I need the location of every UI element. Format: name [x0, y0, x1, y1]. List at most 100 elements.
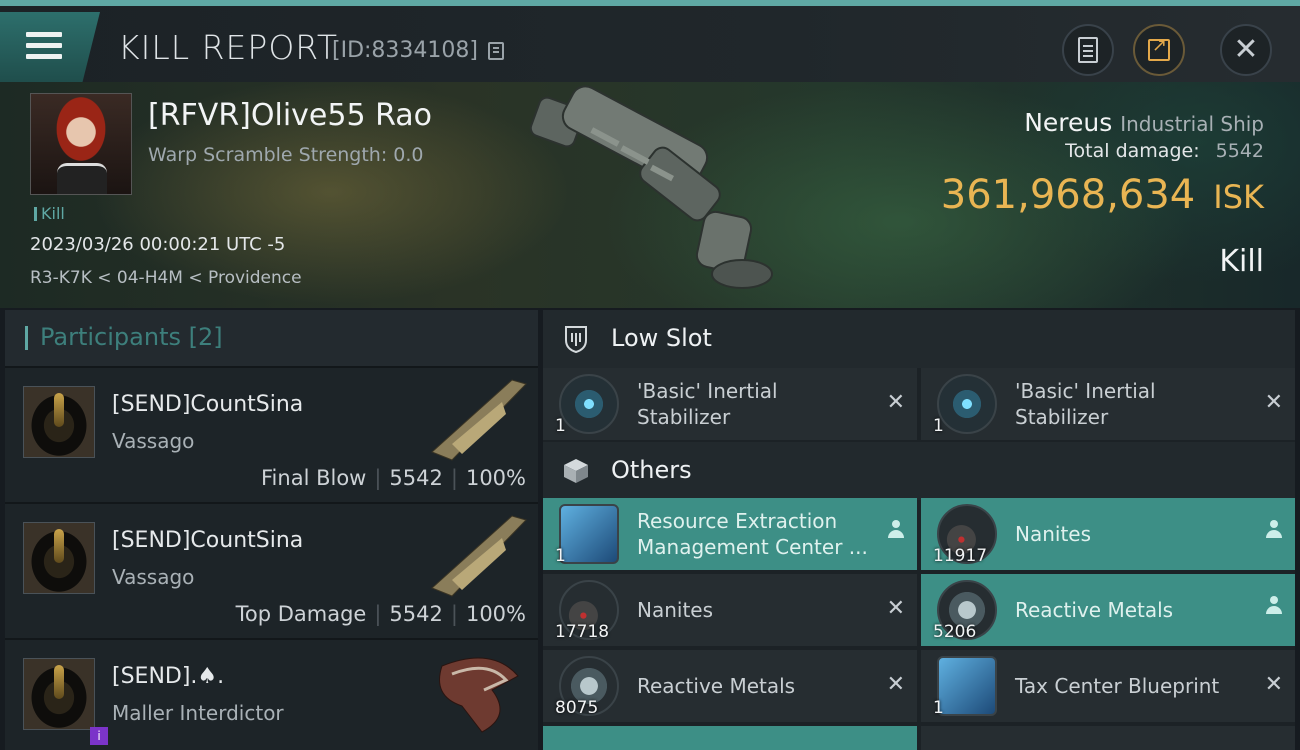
- destroyed-icon: ✕: [886, 672, 905, 697]
- participant-row[interactable]: i [SEND].♠. Maller Interdictor: [5, 638, 538, 750]
- destroyed-icon: ✕: [1264, 390, 1283, 415]
- victim-ship-image: [529, 85, 773, 289]
- section-header-low-slot: Low Slot: [543, 310, 1295, 368]
- victim-ship-type: Nereus Industrial Ship: [1024, 108, 1264, 137]
- low-slot-icon: [565, 326, 587, 354]
- corp-badge-icon: i: [90, 727, 108, 745]
- blueprint-icon: [559, 504, 619, 564]
- participant-stats: Final Blow | 5542 | 100%: [261, 466, 526, 490]
- share-button[interactable]: [1133, 24, 1185, 76]
- avatar: i: [23, 658, 108, 745]
- item-name: Reactive Metals: [1015, 598, 1174, 622]
- participants-header: Participants [2]: [5, 310, 538, 366]
- item-quantity: 1: [933, 698, 944, 718]
- item-quantity: 17718: [555, 622, 610, 642]
- kill-location: R3-K7K < 04-H4M < Providence: [30, 268, 302, 288]
- share-icon: [1148, 35, 1170, 61]
- warp-scramble-strength: Warp Scramble Strength: 0.0: [148, 144, 424, 166]
- item-quantity: 5206: [933, 622, 977, 642]
- victim-portrait[interactable]: [30, 93, 132, 195]
- total-damage-value: 5542: [1215, 140, 1264, 162]
- kill-result: Kill: [1219, 244, 1264, 279]
- isk-value: 361,968,634: [940, 172, 1196, 218]
- item-quantity: 1: [555, 416, 566, 436]
- participant-ship: Vassago: [112, 429, 195, 453]
- participant-percent: 100%: [465, 466, 526, 490]
- close-button[interactable]: ✕: [1220, 24, 1272, 76]
- item-low2[interactable]: 1 'Basic' Inertial Stabilizer ✕: [921, 368, 1295, 440]
- item-o2[interactable]: 11917 Nanites: [921, 498, 1295, 570]
- victim-name[interactable]: [RFVR]Olive55 Rao: [148, 98, 432, 133]
- item-quantity: 1: [933, 416, 944, 436]
- participant-row[interactable]: [SEND]CountSina Vassago Top Damage | 5542 |…: [5, 502, 538, 638]
- inertial-stabilizer-icon: [937, 374, 997, 434]
- participant-ship: Maller Interdictor: [112, 701, 284, 725]
- participant-name: [SEND].♠.: [112, 664, 225, 689]
- items-panel: Low Slot 1 'Basic' Inertial Stabilizer ✕…: [543, 310, 1295, 750]
- dropped-person-icon: [1265, 520, 1283, 540]
- item-partial[interactable]: [921, 726, 1295, 750]
- item-o1[interactable]: 1 Resource Extraction Management Center …: [543, 498, 917, 570]
- isk-unit: ISK: [1213, 178, 1264, 216]
- participant-name: [SEND]CountSina: [112, 392, 304, 417]
- item-quantity: 11917: [933, 546, 988, 566]
- hamburger-icon: [26, 32, 62, 65]
- kill-timestamp: 2023/03/26 00:00:21 UTC -5: [30, 234, 286, 255]
- participant-ship: Vassago: [112, 565, 195, 589]
- section-header-others: Others: [543, 442, 1295, 500]
- total-damage-row: Total damage: 5542: [1065, 140, 1264, 162]
- item-name: 'Basic' Inertial Stabilizer: [1015, 379, 1156, 429]
- menu-button[interactable]: [0, 12, 100, 84]
- participant-percent: 100%: [465, 602, 526, 626]
- item-name: Nanites: [637, 598, 714, 622]
- item-o3[interactable]: 17718 Nanites ✕: [543, 574, 917, 646]
- destroyed-icon: ✕: [886, 390, 905, 415]
- clipboard-icon: [1078, 37, 1098, 63]
- item-partial[interactable]: [543, 726, 917, 750]
- participant-damage: 5542: [389, 602, 443, 626]
- item-o5[interactable]: 8075 Reactive Metals ✕: [543, 650, 917, 722]
- section-title: Low Slot: [611, 324, 712, 352]
- victim-banner: [RFVR]Olive55 Rao Warp Scramble Strength…: [0, 82, 1300, 308]
- report-id: [ID:8334108]: [332, 38, 478, 63]
- section-title: Others: [611, 456, 692, 484]
- ship-name[interactable]: Nereus: [1024, 108, 1112, 137]
- participants-panel: Participants [2] [SEND]CountSina Vassago…: [5, 310, 538, 750]
- participant-ship-image: [431, 515, 527, 597]
- participant-row[interactable]: [SEND]CountSina Vassago Final Blow | 5542 |…: [5, 366, 538, 502]
- avatar: [23, 522, 95, 594]
- participant-role: Final Blow: [261, 466, 367, 490]
- item-quantity: 1: [555, 546, 566, 566]
- participant-ship-image: [439, 657, 519, 733]
- participant-role: Top Damage: [235, 602, 367, 626]
- blueprint-icon: [937, 656, 997, 716]
- item-name: 'Basic' Inertial Stabilizer: [637, 379, 778, 429]
- item-name: Reactive Metals: [637, 674, 796, 698]
- participant-damage: 5542: [389, 466, 443, 490]
- notes-button[interactable]: [1062, 24, 1114, 76]
- destroyed-icon: ✕: [1264, 672, 1283, 697]
- accent-bar: [25, 326, 28, 350]
- total-damage-label: Total damage:: [1065, 140, 1200, 162]
- participant-ship-image: [431, 379, 527, 461]
- copy-icon[interactable]: [488, 42, 504, 60]
- kill-tag: Kill: [34, 204, 65, 223]
- close-icon: ✕: [1233, 32, 1259, 67]
- participant-stats: Top Damage | 5542 | 100%: [235, 602, 526, 626]
- participants-label: Participants [2]: [40, 323, 223, 351]
- dropped-person-icon: [887, 520, 905, 540]
- item-o4[interactable]: 5206 Reactive Metals: [921, 574, 1295, 646]
- ship-class: Industrial Ship: [1120, 112, 1264, 136]
- item-name: Nanites: [1015, 522, 1092, 546]
- item-o6[interactable]: 1 Tax Center Blueprint ✕: [921, 650, 1295, 722]
- item-name: Tax Center Blueprint: [1015, 674, 1220, 698]
- page-title: KILL REPORT: [118, 28, 338, 67]
- destroyed-icon: ✕: [886, 596, 905, 621]
- item-low1[interactable]: 1 'Basic' Inertial Stabilizer ✕: [543, 368, 917, 440]
- item-quantity: 8075: [555, 698, 599, 718]
- cube-icon: [564, 459, 588, 483]
- isk-value-row: 361,968,634 ISK: [941, 172, 1264, 218]
- dropped-person-icon: [1265, 596, 1283, 616]
- participant-name: [SEND]CountSina: [112, 528, 304, 553]
- inertial-stabilizer-icon: [559, 374, 619, 434]
